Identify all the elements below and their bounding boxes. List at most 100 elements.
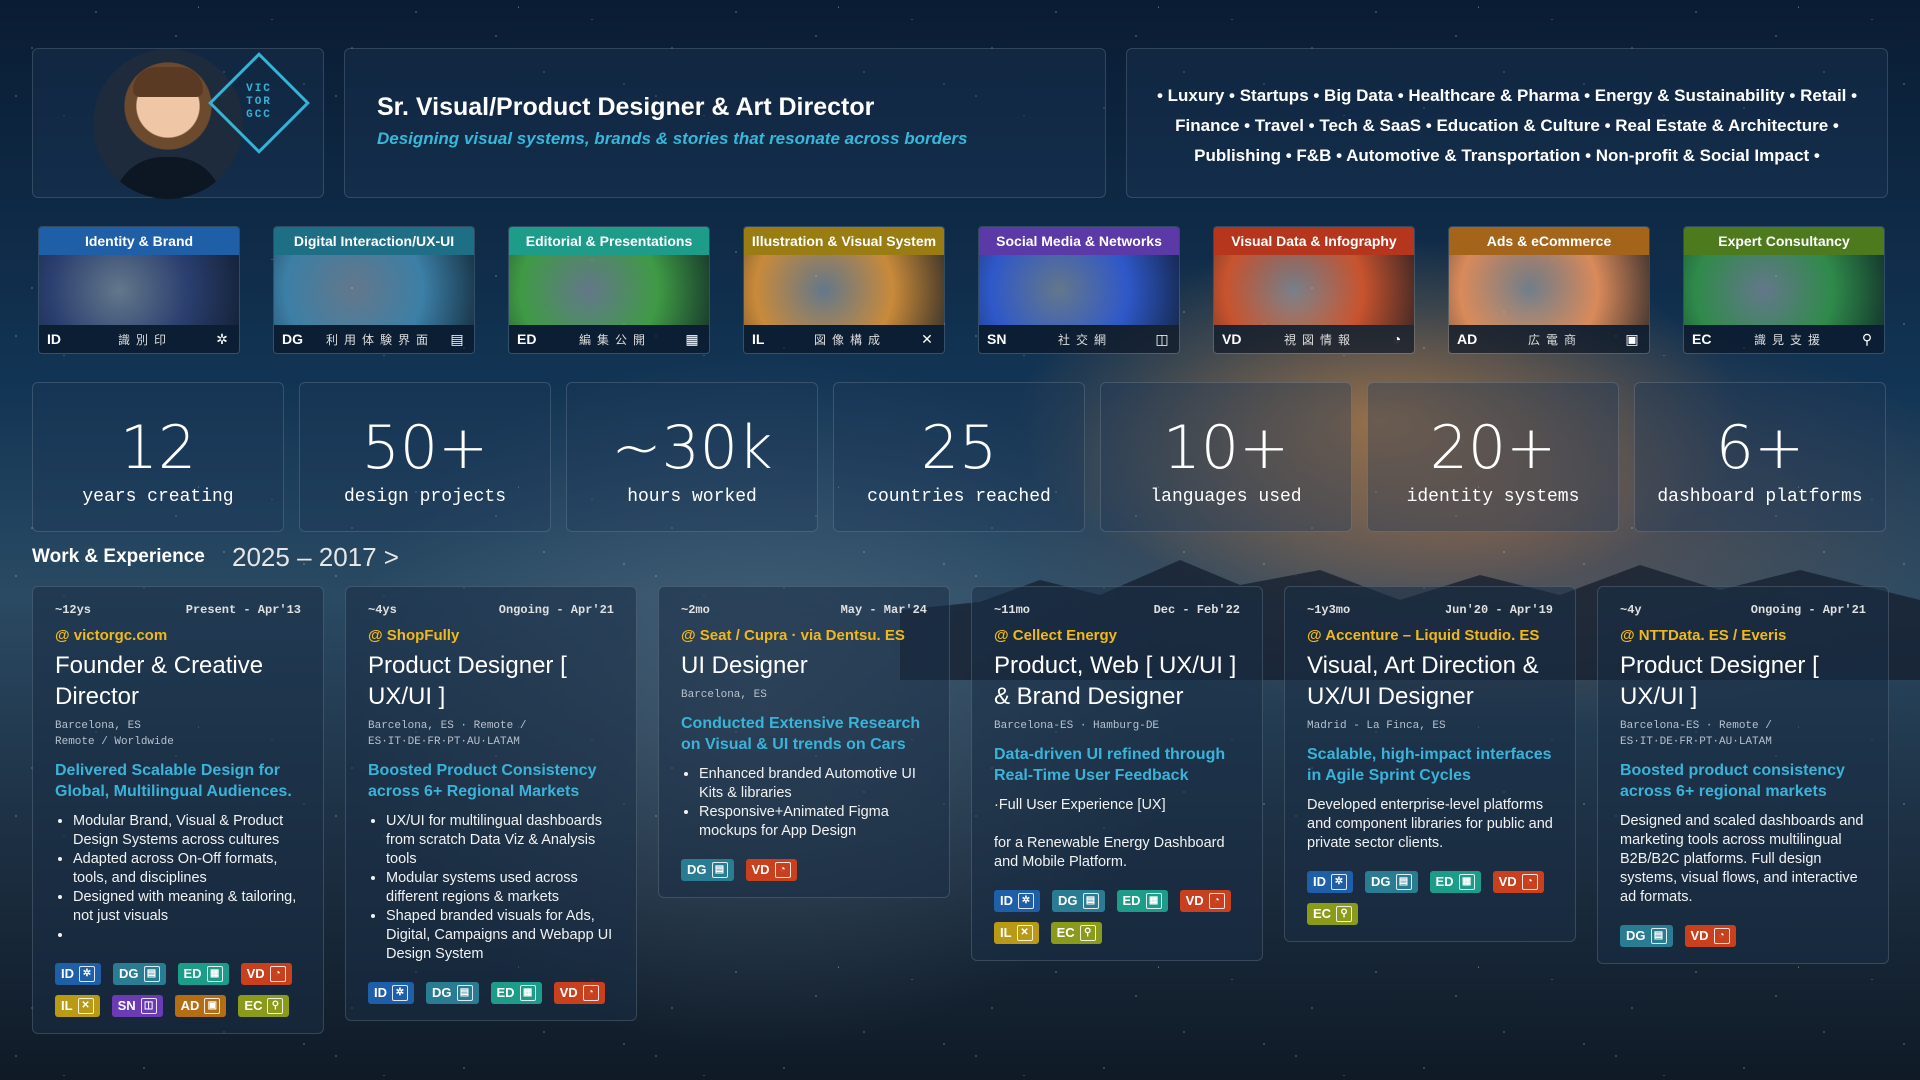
category-card[interactable]: Identity & Brand ID 識別印 ✲ <box>38 226 240 354</box>
tag-code: ED <box>1435 874 1454 889</box>
tag-il[interactable]: IL ✕ <box>55 995 100 1017</box>
tag-ec[interactable]: EC ⚲ <box>238 995 290 1017</box>
category-code: SN <box>987 331 1007 347</box>
stat-label: years creating <box>82 487 234 507</box>
category-kanji: 編集公開 <box>578 332 651 347</box>
tag-code: DG <box>687 862 707 877</box>
card-meta: ~1y3mo Jun'20 - Apr'19 <box>1307 603 1553 617</box>
card-highlight: Conducted Extensive Research on Visual &… <box>681 715 921 753</box>
category-label: Illustration & Visual System <box>744 227 944 255</box>
stat-number: 25 <box>920 413 998 483</box>
card-role: Product Designer [ UX/UI ] <box>368 652 567 710</box>
tag-dg[interactable]: DG ▤ <box>426 982 479 1004</box>
card-company[interactable]: @ ShopFully <box>368 627 614 644</box>
tag-code: VD <box>246 966 265 981</box>
category-image <box>509 255 709 325</box>
title-panel: Sr. Visual/Product Designer & Art Direct… <box>344 48 1106 198</box>
card-company[interactable]: @ victorgc.com <box>55 627 301 644</box>
category-card[interactable]: Illustration & Visual System IL 図像構成 ✕ <box>743 226 945 354</box>
tag-icon: ✲ <box>79 966 95 982</box>
category-kanji: 視図情報 <box>1283 332 1356 347</box>
tag-icon: ▤ <box>1082 893 1099 909</box>
tag-icon: ▦ <box>1145 893 1162 909</box>
category-code: DG <box>282 331 303 347</box>
tag-ed[interactable]: ED ▦ <box>1116 890 1168 912</box>
tag-vd[interactable]: VD ◔ <box>1684 925 1736 947</box>
tag-id[interactable]: ID ✲ <box>368 982 414 1004</box>
card-company[interactable]: @ Seat / Cupra · via Dentsu. ES <box>681 627 927 644</box>
category-card[interactable]: Editorial & Presentations ED 編集公開 ▦ <box>508 226 710 354</box>
category-card[interactable]: Ads & eCommerce AD 広電商 ▣ <box>1448 226 1650 354</box>
tag-ed[interactable]: ED ▦ <box>1429 871 1481 893</box>
tag-icon: ◔ <box>582 985 599 1001</box>
card-location-line: ES·IT·DE·FR·PT·AU·LATAM <box>1620 736 1772 748</box>
card-tags: ID ✲ DG ▤ ED ▦ VD ◔ <box>368 982 614 1004</box>
tag-ed[interactable]: ED ▦ <box>490 982 542 1004</box>
tag-icon: ◔ <box>774 862 791 878</box>
tag-ed[interactable]: ED ▦ <box>177 963 229 985</box>
category-image <box>1684 255 1884 325</box>
tag-code: AD <box>180 998 200 1013</box>
tag-sn[interactable]: SN ◫ <box>111 995 163 1017</box>
tag-ec[interactable]: EC ⚲ <box>1307 903 1359 925</box>
experience-card[interactable]: ~4ys Ongoing - Apr'21 @ ShopFully Produc… <box>345 586 637 1021</box>
card-description: ·Full User Experience [UX] for a Renewab… <box>994 797 1225 870</box>
tag-dg[interactable]: DG ▤ <box>1052 890 1105 912</box>
tag-icon: ✲ <box>1331 874 1347 890</box>
card-tags: DG ▤ VD ◔ <box>681 859 927 881</box>
stat-card: 50+ design projects <box>299 382 551 532</box>
stat-label: design projects <box>343 487 507 507</box>
tag-dg[interactable]: DG ▤ <box>681 859 734 881</box>
bullet-item: Designed with meaning & tailoring, not j… <box>73 888 301 926</box>
card-dates: Ongoing - Apr'21 <box>1750 603 1866 617</box>
category-card[interactable]: Visual Data & Infography VD 視図情報 ◔ <box>1213 226 1415 354</box>
card-location-line: Barcelona, ES <box>681 689 767 701</box>
tag-id[interactable]: ID ✲ <box>55 963 101 985</box>
experience-card[interactable]: ~12ys Present - Apr'13 @ victorgc.com Fo… <box>32 586 324 1034</box>
tag-vd[interactable]: VD ◔ <box>745 859 797 881</box>
industries-line: • Luxury • Startups • Big Data • Healthc… <box>1156 86 1858 105</box>
screen-icon: ▤ <box>450 330 464 347</box>
tag-id[interactable]: ID ✲ <box>994 890 1040 912</box>
tag-vd[interactable]: VD ◔ <box>553 982 605 1004</box>
category-footer: IL 図像構成 ✕ <box>744 325 944 353</box>
category-card[interactable]: Social Media & Networks SN 社交網 ◫ <box>978 226 1180 354</box>
tag-icon: ▦ <box>1458 874 1475 890</box>
card-bullets: Enhanced branded Automotive UI Kits & li… <box>681 765 927 841</box>
card-meta: ~11mo Dec - Feb'22 <box>994 603 1240 617</box>
tag-il[interactable]: IL ✕ <box>994 922 1039 944</box>
tag-dg[interactable]: DG ▤ <box>1365 871 1418 893</box>
experience-card[interactable]: ~1y3mo Jun'20 - Apr'19 @ Accenture – Liq… <box>1284 586 1576 942</box>
tag-dg[interactable]: DG ▤ <box>1620 925 1673 947</box>
card-highlight: Boosted product consistency across 6+ re… <box>1620 762 1845 800</box>
tag-vd[interactable]: VD ◔ <box>1179 890 1231 912</box>
social-icon: ◫ <box>1155 330 1169 347</box>
category-card[interactable]: Expert Consultancy EC 識見支援 ⚲ <box>1683 226 1885 354</box>
tag-dg[interactable]: DG ▤ <box>113 963 166 985</box>
card-company[interactable]: @ Accenture – Liquid Studio. ES <box>1307 627 1553 644</box>
tag-id[interactable]: ID ✲ <box>1307 871 1353 893</box>
card-location: Madrid - La Finca, ES <box>1307 718 1553 734</box>
tag-code: IL <box>61 998 73 1013</box>
tag-ad[interactable]: AD ▣ <box>174 995 227 1017</box>
card-company[interactable]: @ NTTData. ES / Everis <box>1620 627 1866 644</box>
tag-ec[interactable]: EC ⚲ <box>1050 922 1102 944</box>
experience-card[interactable]: ~4y Ongoing - Apr'21 @ NTTData. ES / Eve… <box>1597 586 1889 964</box>
tag-icon: ◔ <box>1713 928 1730 944</box>
experience-card[interactable]: ~2mo May - Mar'24 @ Seat / Cupra · via D… <box>658 586 950 898</box>
profile-panel: VIC TOR GCC <box>32 48 324 199</box>
tag-code: ID <box>61 966 74 981</box>
category-image <box>744 255 944 325</box>
section-dates[interactable]: 2025 – 2017 > <box>232 542 399 573</box>
card-company[interactable]: @ Cellect Energy <box>994 627 1240 644</box>
experience-card[interactable]: ~11mo Dec - Feb'22 @ Cellect Energy Prod… <box>971 586 1263 961</box>
tag-icon: ◔ <box>269 966 286 982</box>
bullet-item: Adapted across On-Off formats, tools, an… <box>73 850 301 888</box>
card-highlight: Boosted Product Consistency across 6+ Re… <box>368 762 597 800</box>
bullet-item <box>73 926 301 945</box>
category-card[interactable]: Digital Interaction/UX-UI DG 利用体験界面 ▤ <box>273 226 475 354</box>
tag-vd[interactable]: VD ◔ <box>240 963 292 985</box>
stat-label: dashboard platforms <box>1657 487 1863 507</box>
tag-code: VD <box>1185 893 1204 908</box>
tag-vd[interactable]: VD ◔ <box>1492 871 1544 893</box>
